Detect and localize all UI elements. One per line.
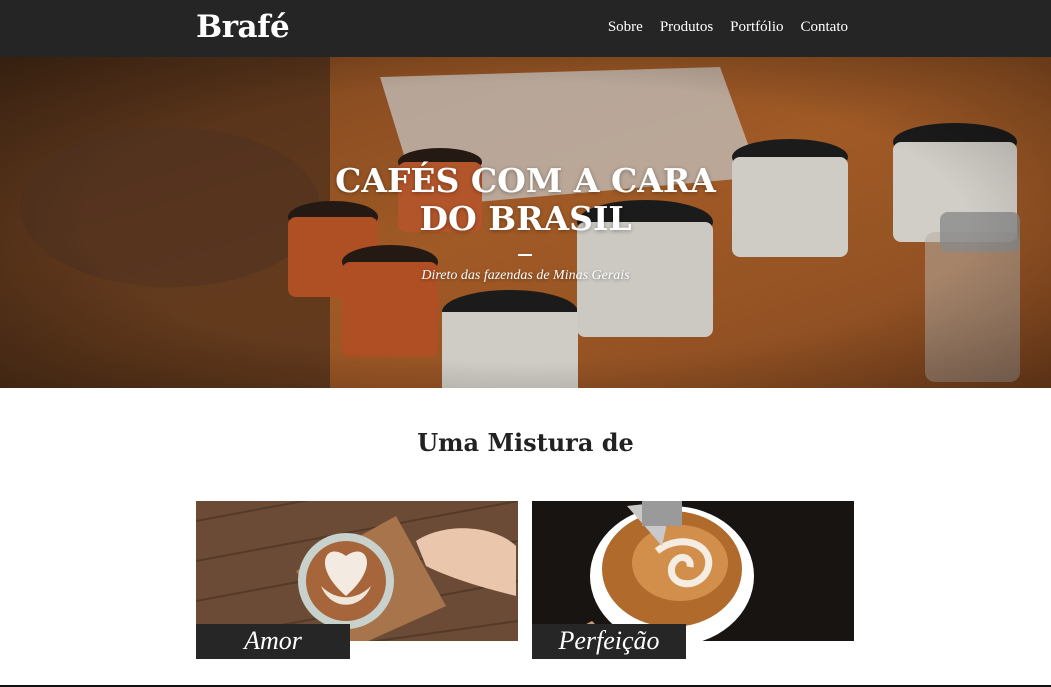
hero-title-line-2: DO BRASIL — [419, 199, 632, 238]
main-nav: Sobre Produtos Portfólio Contato — [608, 19, 848, 36]
latte-art-heart-image — [196, 501, 518, 641]
card-amor-image[interactable] — [196, 501, 518, 641]
hero-title-line-1: CAFÉS COM A CARA — [335, 161, 716, 200]
latte-art-pour-image — [532, 501, 854, 641]
card-perfeicao-image[interactable] — [532, 501, 854, 641]
hero-subtitle: Direto das fazendas de Minas Gerais — [421, 268, 630, 283]
hero-divider — [518, 254, 532, 256]
nav-link-contato[interactable]: Contato — [801, 19, 849, 36]
nav-link-portfolio[interactable]: Portfólio — [730, 19, 783, 36]
logo[interactable]: Brafé — [196, 9, 290, 45]
hero-banner: CAFÉS COM A CARA DO BRASIL Direto das fa… — [0, 57, 1051, 388]
nav-link-sobre[interactable]: Sobre — [608, 19, 643, 36]
site-header: Brafé Sobre Produtos Portfólio Contato — [0, 0, 1051, 57]
card-label-perfeicao: Perfeição — [532, 624, 686, 659]
section-title: Uma Mistura de — [417, 428, 634, 457]
hero-title: CAFÉS COM A CARA DO BRASIL — [0, 162, 1051, 238]
nav-link-produtos[interactable]: Produtos — [660, 19, 713, 36]
card-label-amor: Amor — [196, 624, 350, 659]
